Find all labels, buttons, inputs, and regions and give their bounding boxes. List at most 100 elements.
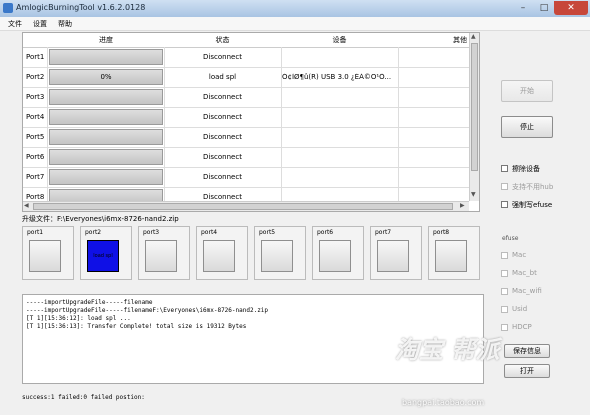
scroll-down-icon[interactable]: ▼ (471, 191, 476, 199)
menu-help[interactable]: 帮助 (58, 19, 72, 29)
column-divider (398, 87, 399, 107)
port-indicator-port8: port8 (428, 226, 480, 280)
column-divider (398, 167, 399, 187)
column-divider (398, 127, 399, 147)
watermark-logo: 淘宝 帮派 (395, 336, 500, 364)
port-name: Port1 (26, 53, 45, 61)
port-name: Port6 (26, 153, 45, 161)
efuse-option-label: Mac (512, 251, 527, 259)
scroll-right-icon[interactable]: ▶ (460, 202, 465, 210)
start-button[interactable]: 开始 (501, 80, 553, 102)
menu-bar: 文件 设置 帮助 (0, 17, 590, 31)
efuse-checkbox[interactable] (501, 306, 508, 313)
efuse-option-mac_wifi[interactable]: Mac_wifi (501, 287, 590, 297)
stop-button[interactable]: 停止 (501, 116, 553, 138)
status-cell: load spl (208, 73, 237, 81)
watermark-url: bangpai.taobao.com (402, 398, 485, 407)
app-icon (3, 3, 13, 13)
minimize-button[interactable]: – (512, 1, 534, 15)
port-name: Port7 (26, 173, 45, 181)
progress-bar (49, 169, 163, 185)
column-divider (47, 147, 48, 167)
efuse-checkbox[interactable] (501, 288, 508, 295)
column-divider (398, 107, 399, 127)
port-indicator-label: port2 (85, 229, 102, 236)
menu-settings[interactable]: 设置 (33, 19, 47, 29)
header-other[interactable]: 其他 (399, 35, 467, 45)
port-status-square (145, 240, 177, 272)
port-indicator-label: port5 (259, 229, 276, 236)
port-indicator-label: port4 (201, 229, 218, 236)
support-hub-checkbox[interactable] (501, 183, 508, 190)
column-divider (281, 47, 282, 67)
port-indicator-label: port8 (433, 229, 450, 236)
status-cell: Disconnect (203, 133, 242, 141)
erase-device-option[interactable]: 擦除设备 (501, 164, 590, 174)
table-row[interactable]: Port5 Disconnect (23, 127, 469, 148)
port-name: Port4 (26, 113, 45, 121)
grid-horizontal-scrollbar[interactable]: ◀ ▶ (23, 201, 469, 211)
column-divider (281, 167, 282, 187)
port-status-square (319, 240, 351, 272)
header-status[interactable]: 状态 (165, 35, 280, 45)
port-status-square (261, 240, 293, 272)
status-cell: Disconnect (203, 113, 242, 121)
port-status-text: load spl (93, 253, 113, 259)
efuse-option-label: Mac_bt (512, 269, 537, 277)
port-indicator-label: port7 (375, 229, 392, 236)
efuse-option-mac[interactable]: Mac (501, 251, 590, 261)
status-cell: Disconnect (203, 153, 242, 161)
header-device[interactable]: 设备 (282, 35, 397, 45)
close-button[interactable]: ✕ (554, 1, 588, 15)
log-line: [T 1][15:36:12]: load spl ... (26, 315, 131, 322)
efuse-group-title: efuse (502, 235, 519, 242)
grid-vertical-scrollbar[interactable]: ▲ ▼ (469, 33, 479, 201)
progress-bar: 0% (49, 69, 163, 85)
erase-device-label: 擦除设备 (512, 165, 540, 173)
port-name: Port3 (26, 93, 45, 101)
port-name: Port2 (26, 73, 45, 81)
scroll-up-icon[interactable]: ▲ (471, 33, 476, 41)
progress-bar (49, 89, 163, 105)
table-row[interactable]: Port7 Disconnect (23, 167, 469, 188)
column-divider (281, 107, 282, 127)
horizontal-scroll-thumb[interactable] (33, 203, 453, 210)
force-efuse-label: 强制写efuse (512, 201, 553, 209)
column-divider (398, 47, 399, 67)
port-indicator-label: port3 (143, 229, 160, 236)
table-row[interactable]: Port3 Disconnect (23, 87, 469, 108)
port-indicator-label: port1 (27, 229, 44, 236)
port-name: Port5 (26, 133, 45, 141)
efuse-checkbox[interactable] (501, 270, 508, 277)
table-row[interactable]: Port6 Disconnect (23, 147, 469, 168)
header-progress[interactable]: 进度 (49, 35, 163, 45)
port-indicator-port6: port6 (312, 226, 364, 280)
log-line: -----importUpgradeFile-----filename (26, 299, 153, 306)
table-row[interactable]: Port4 Disconnect (23, 107, 469, 128)
port-status-square: load spl (87, 240, 119, 272)
title-bar[interactable]: AmlogicBurningTool v1.6.2.0128 – □ ✕ (0, 0, 590, 18)
erase-device-checkbox[interactable] (501, 165, 508, 172)
table-row[interactable]: Port2 0% load spl Ó¢ÌØ¶û(R) USB 3.0 ¿ÉÀ©Õ¹Ö… (23, 67, 469, 88)
port-indicator-port4: port4 (196, 226, 248, 280)
scroll-left-icon[interactable]: ◀ (24, 202, 29, 210)
force-efuse-option[interactable]: 强制写efuse (501, 200, 590, 210)
progress-bar (49, 149, 163, 165)
efuse-option-usid[interactable]: Usid (501, 305, 590, 315)
progress-text: 0% (100, 73, 112, 81)
table-row[interactable]: Port1 Disconnect (23, 47, 469, 68)
support-hub-option[interactable]: 支持不用hub (501, 182, 590, 192)
efuse-option-mac_bt[interactable]: Mac_bt (501, 269, 590, 279)
vertical-scroll-thumb[interactable] (471, 43, 478, 171)
grid-header: 进度 状态 设备 其他 (23, 33, 469, 48)
force-efuse-checkbox[interactable] (501, 201, 508, 208)
window-title: AmlogicBurningTool v1.6.2.0128 (16, 3, 146, 12)
status-cell: Disconnect (203, 93, 242, 101)
maximize-button[interactable]: □ (534, 1, 554, 15)
port-indicator-port1: port1 (22, 226, 74, 280)
status-line: success:1 failed:0 failed postion: (22, 394, 145, 401)
port-indicator-port5: port5 (254, 226, 306, 280)
menu-file[interactable]: 文件 (8, 19, 22, 29)
log-line: [T 1][15:36:13]: Transfer Complete! tota… (26, 323, 247, 330)
efuse-checkbox[interactable] (501, 252, 508, 259)
